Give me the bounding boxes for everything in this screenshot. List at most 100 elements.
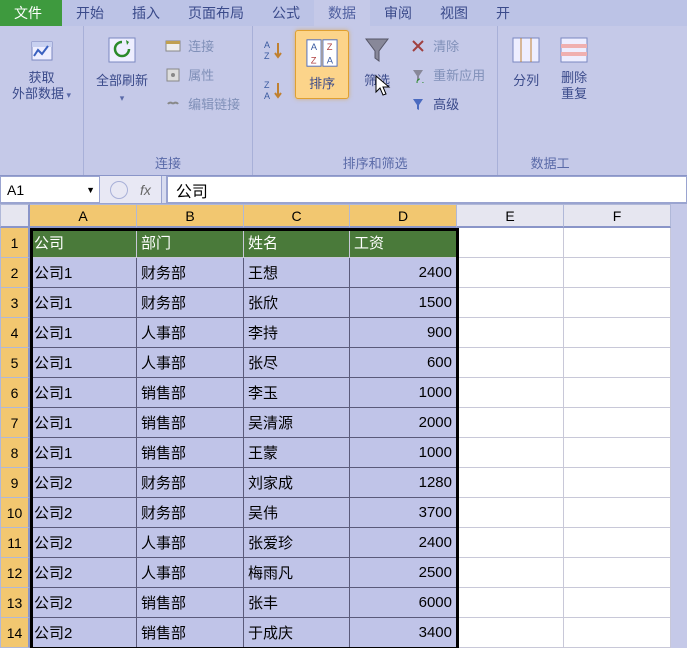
tab-review[interactable]: 审阅 — [370, 0, 426, 26]
table-cell[interactable]: 财务部 — [137, 258, 244, 288]
row-header[interactable]: 5 — [0, 348, 30, 378]
table-cell[interactable]: 张尽 — [244, 348, 350, 378]
cell[interactable] — [457, 528, 564, 558]
row-header[interactable]: 13 — [0, 588, 30, 618]
cancel-icon[interactable] — [110, 181, 128, 199]
cell[interactable] — [457, 438, 564, 468]
table-cell[interactable]: 财务部 — [137, 288, 244, 318]
row-header[interactable]: 2 — [0, 258, 30, 288]
cell[interactable] — [457, 558, 564, 588]
cell[interactable] — [457, 228, 564, 258]
table-cell[interactable]: 3700 — [350, 498, 457, 528]
name-box[interactable]: A1 ▼ — [0, 176, 100, 203]
table-cell[interactable]: 公司1 — [30, 258, 137, 288]
tab-dev[interactable]: 开 — [482, 0, 524, 26]
cell[interactable] — [564, 228, 671, 258]
reapply-button[interactable]: 重新应用 — [405, 63, 489, 86]
cell[interactable] — [457, 318, 564, 348]
table-header-cell[interactable]: 姓名 — [244, 228, 350, 258]
sort-button[interactable]: AZZA 排序 — [295, 30, 349, 99]
table-cell[interactable]: 公司1 — [30, 288, 137, 318]
table-cell[interactable]: 销售部 — [137, 588, 244, 618]
cell[interactable] — [564, 618, 671, 648]
table-cell[interactable]: 1000 — [350, 438, 457, 468]
table-cell[interactable]: 900 — [350, 318, 457, 348]
column-header[interactable]: D — [350, 204, 457, 228]
cell[interactable] — [564, 438, 671, 468]
tab-layout[interactable]: 页面布局 — [174, 0, 258, 26]
table-cell[interactable]: 公司1 — [30, 348, 137, 378]
tab-home[interactable]: 开始 — [62, 0, 118, 26]
row-header[interactable]: 9 — [0, 468, 30, 498]
cell[interactable] — [564, 528, 671, 558]
cell[interactable] — [457, 588, 564, 618]
cell[interactable] — [564, 468, 671, 498]
cell[interactable] — [564, 498, 671, 528]
row-header[interactable]: 4 — [0, 318, 30, 348]
refresh-all-button[interactable]: 全部刷新 ▾ — [92, 30, 152, 108]
cell[interactable] — [564, 378, 671, 408]
table-cell[interactable]: 人事部 — [137, 558, 244, 588]
cell[interactable] — [457, 408, 564, 438]
row-header[interactable]: 7 — [0, 408, 30, 438]
cell[interactable] — [457, 498, 564, 528]
connections-button[interactable]: 连接 — [160, 34, 244, 57]
table-cell[interactable]: 2000 — [350, 408, 457, 438]
column-header[interactable]: A — [30, 204, 137, 228]
cell[interactable] — [564, 288, 671, 318]
table-cell[interactable]: 王想 — [244, 258, 350, 288]
get-external-data-button[interactable]: 获取 外部数据 ▾ — [8, 30, 75, 105]
table-cell[interactable]: 公司2 — [30, 618, 137, 648]
table-header-cell[interactable]: 部门 — [137, 228, 244, 258]
cell[interactable] — [457, 288, 564, 318]
row-header[interactable]: 6 — [0, 378, 30, 408]
table-cell[interactable]: 公司2 — [30, 468, 137, 498]
table-cell[interactable]: 李玉 — [244, 378, 350, 408]
formula-bar[interactable]: 公司 — [167, 176, 687, 203]
table-cell[interactable]: 3400 — [350, 618, 457, 648]
table-cell[interactable]: 公司2 — [30, 588, 137, 618]
cells-area[interactable]: 公司部门姓名工资公司1财务部王想2400公司1财务部张欣1500公司1人事部李持… — [30, 228, 671, 648]
row-header[interactable]: 14 — [0, 618, 30, 648]
tab-data[interactable]: 数据 — [314, 0, 370, 26]
row-header[interactable]: 12 — [0, 558, 30, 588]
fx-icon[interactable]: fx — [140, 182, 151, 198]
cell[interactable] — [457, 258, 564, 288]
tab-view[interactable]: 视图 — [426, 0, 482, 26]
row-header[interactable]: 11 — [0, 528, 30, 558]
table-cell[interactable]: 1280 — [350, 468, 457, 498]
table-cell[interactable]: 公司1 — [30, 438, 137, 468]
cell[interactable] — [457, 348, 564, 378]
table-cell[interactable]: 1000 — [350, 378, 457, 408]
table-cell[interactable]: 公司1 — [30, 408, 137, 438]
cell[interactable] — [564, 588, 671, 618]
row-header[interactable]: 10 — [0, 498, 30, 528]
table-cell[interactable]: 人事部 — [137, 348, 244, 378]
table-cell[interactable]: 刘家成 — [244, 468, 350, 498]
cell[interactable] — [564, 348, 671, 378]
tab-insert[interactable]: 插入 — [118, 0, 174, 26]
table-cell[interactable]: 销售部 — [137, 408, 244, 438]
cell[interactable] — [457, 378, 564, 408]
table-cell[interactable]: 李持 — [244, 318, 350, 348]
sort-asc-button[interactable]: AZ — [261, 38, 287, 64]
properties-button[interactable]: 属性 — [160, 63, 244, 86]
table-cell[interactable]: 张爱珍 — [244, 528, 350, 558]
advanced-filter-button[interactable]: 高级 — [405, 92, 489, 115]
table-cell[interactable]: 公司1 — [30, 318, 137, 348]
table-cell[interactable]: 600 — [350, 348, 457, 378]
edit-links-button[interactable]: 编辑链接 — [160, 92, 244, 115]
table-cell[interactable]: 张欣 — [244, 288, 350, 318]
table-cell[interactable]: 销售部 — [137, 378, 244, 408]
remove-duplicates-button[interactable]: 删除 重复 — [554, 30, 594, 105]
table-cell[interactable]: 公司2 — [30, 498, 137, 528]
column-header[interactable]: E — [457, 204, 564, 228]
table-header-cell[interactable]: 工资 — [350, 228, 457, 258]
table-cell[interactable]: 1500 — [350, 288, 457, 318]
table-cell[interactable]: 人事部 — [137, 528, 244, 558]
dropdown-arrow-icon[interactable]: ▼ — [86, 185, 95, 195]
table-cell[interactable]: 2500 — [350, 558, 457, 588]
row-header[interactable]: 1 — [0, 228, 30, 258]
table-cell[interactable]: 公司1 — [30, 378, 137, 408]
table-cell[interactable]: 张丰 — [244, 588, 350, 618]
